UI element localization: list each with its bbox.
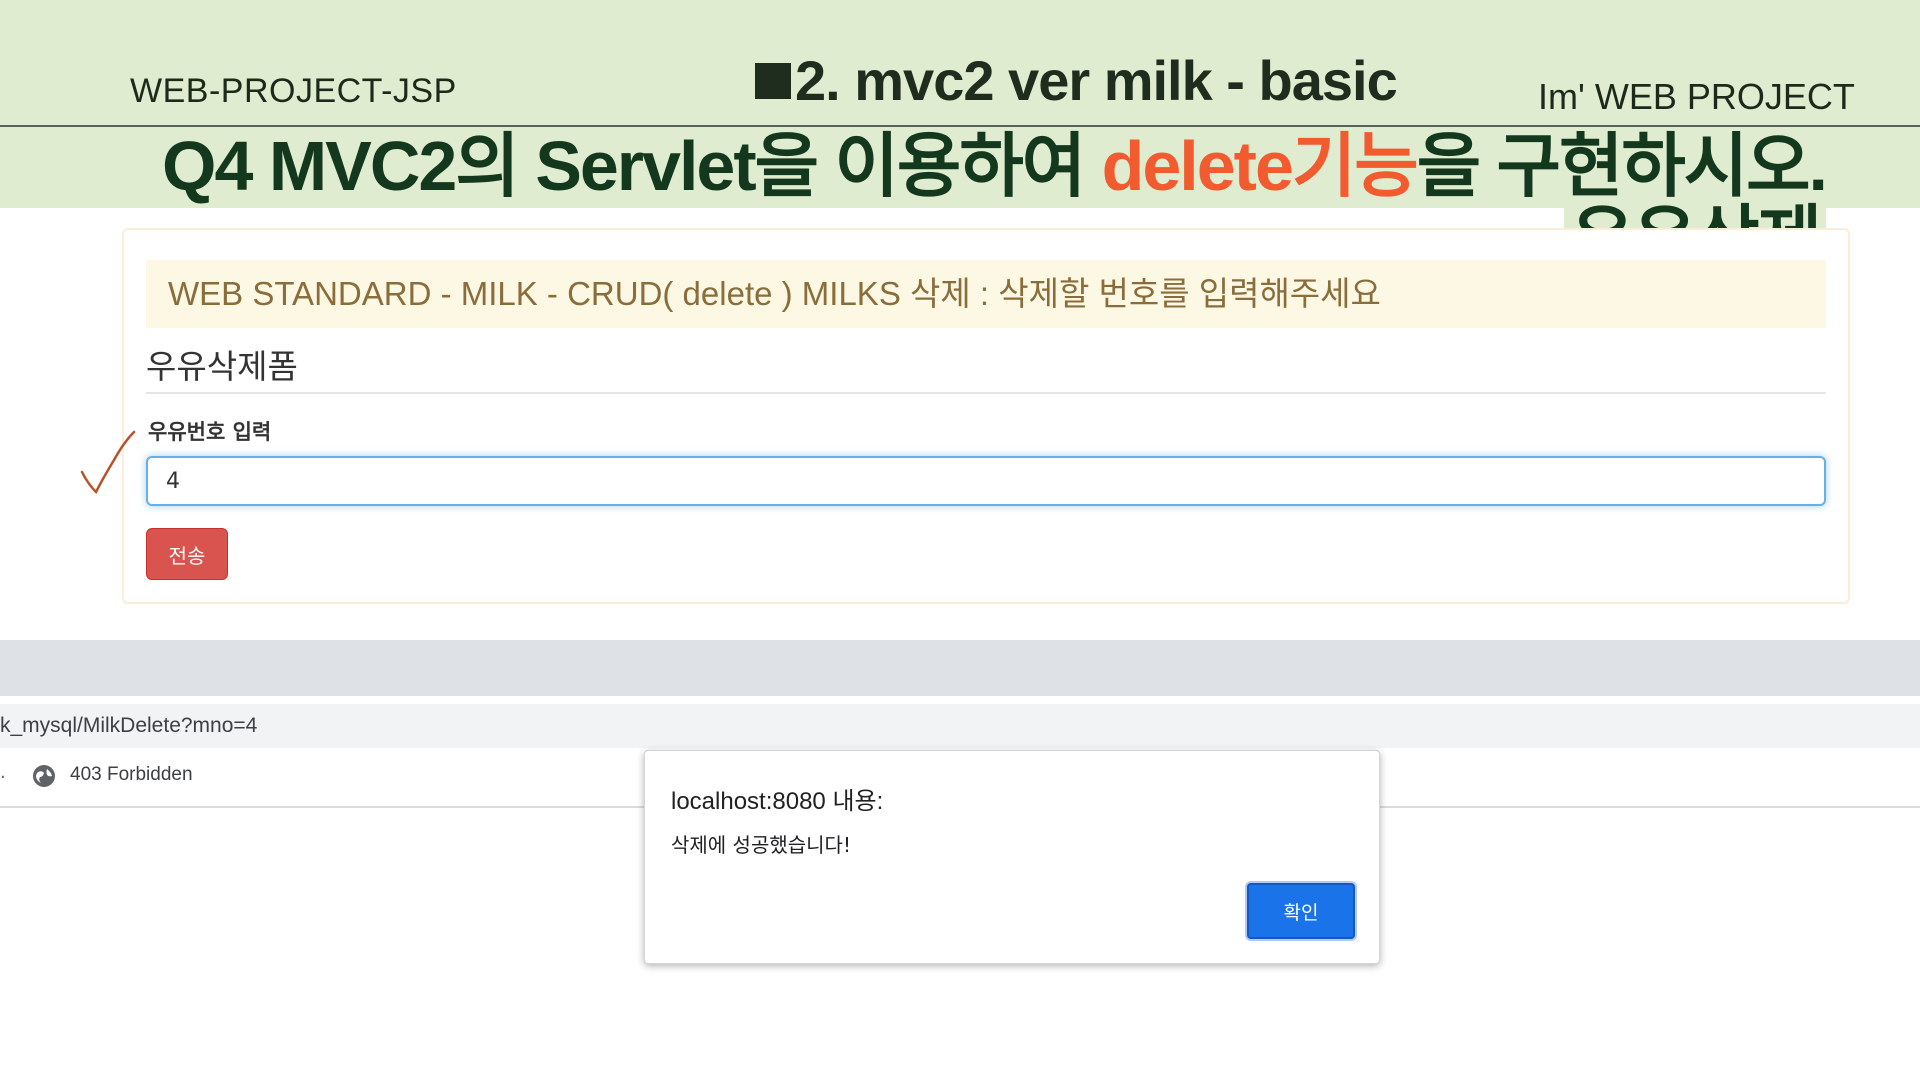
alert-dialog: localhost:8080 내용: 삭제에 성공했습니다! 확인 (644, 750, 1380, 964)
checkmark-annotation-icon (80, 430, 136, 495)
question-suffix: 을 구현하시오. (1416, 127, 1828, 205)
slide-center-title: 2. mvc2 ver milk - basic (755, 48, 1398, 113)
tab-prefix: . (0, 762, 6, 783)
browser-tabstrip (0, 640, 1920, 696)
panel-heading: WEB STANDARD - MILK - CRUD( delete ) MIL… (146, 260, 1826, 328)
slide-center-title-text: 2. mvc2 ver milk - basic (795, 49, 1398, 112)
question-prefix: Q4 MVC2의 Servlet을 이용하여 (162, 127, 1102, 205)
delete-form-panel: WEB STANDARD - MILK - CRUD( delete ) MIL… (122, 228, 1850, 604)
dialog-message: 삭제에 성공했습니다! (671, 833, 851, 857)
globe-icon (33, 765, 55, 787)
square-bullet-icon (755, 62, 791, 99)
form-title: 우유삭제폼 (146, 340, 1826, 394)
address-url: k_mysql/MilkDelete?mno=4 (0, 714, 258, 737)
milk-number-input[interactable] (146, 456, 1826, 506)
question-highlight: delete기능 (1101, 127, 1419, 205)
question-title: Q4 MVC2의 Servlet을 이용하여 delete기능을 구현하시오. (162, 126, 1828, 206)
tab-title[interactable]: 403 Forbidden (70, 764, 193, 786)
slide-left-title: WEB-PROJECT-JSP (130, 72, 457, 110)
submit-button[interactable]: 전송 (146, 528, 228, 580)
milk-number-label: 우유번호 입력 (148, 420, 272, 444)
slide-right-title: Im' WEB PROJECT (1538, 76, 1855, 117)
address-bar[interactable]: k_mysql/MilkDelete?mno=4 (0, 704, 1920, 748)
confirm-button[interactable]: 확인 (1247, 883, 1355, 939)
dialog-title: localhost:8080 내용: (671, 788, 884, 815)
